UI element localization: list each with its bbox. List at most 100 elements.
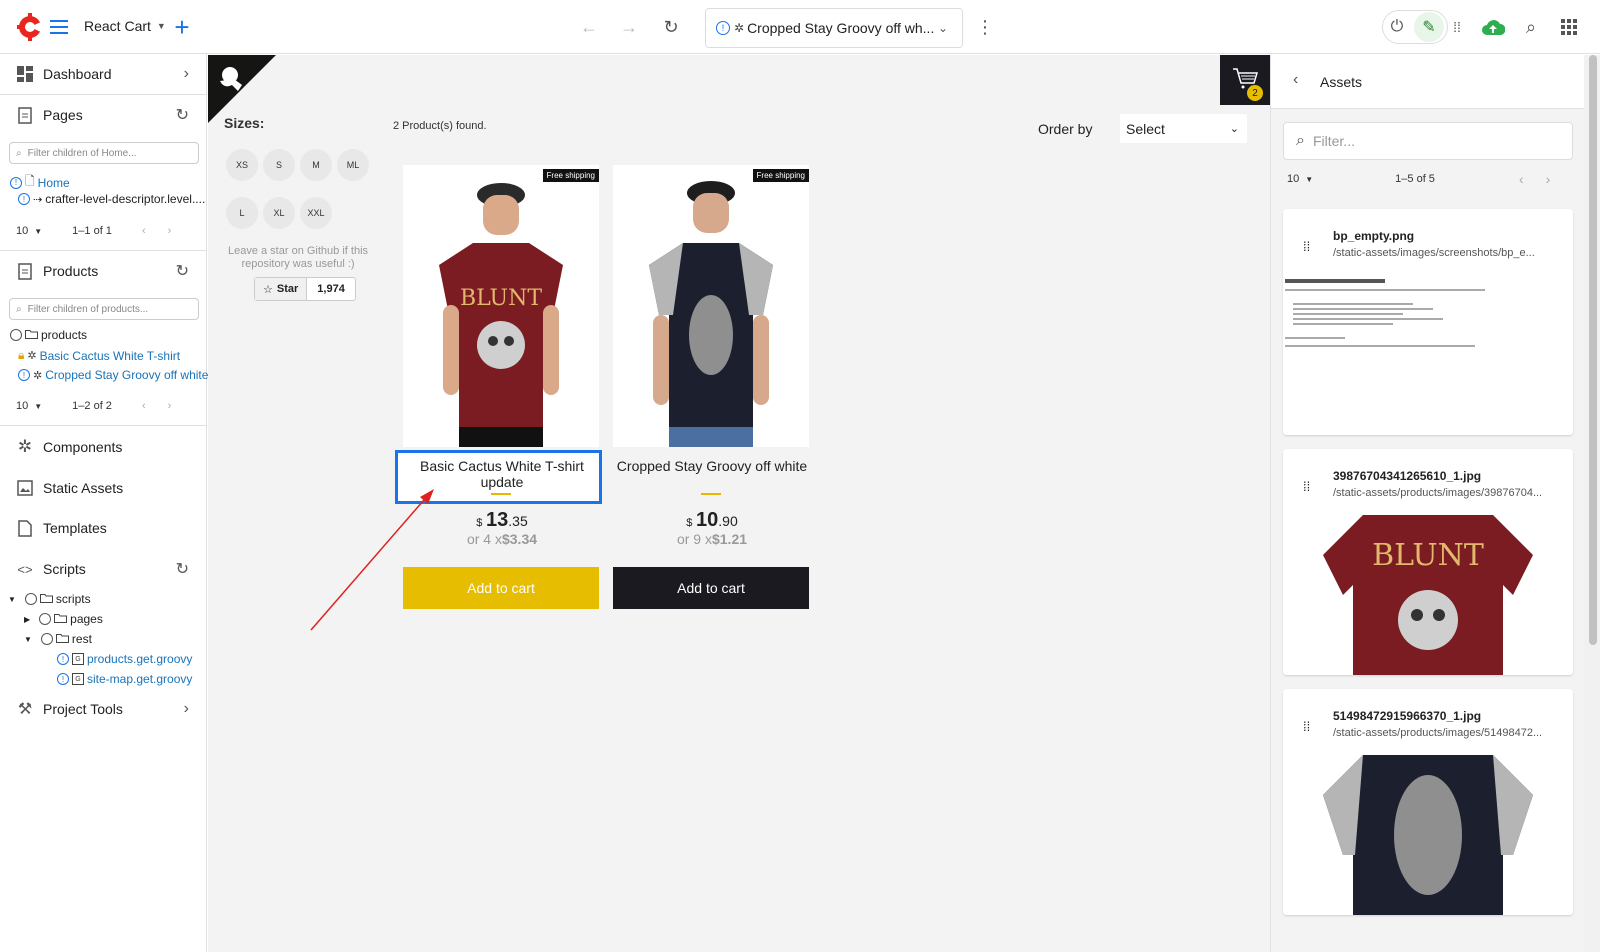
installment-prefix: or 4 x	[466, 531, 502, 547]
back-chevron-icon[interactable]: ‹	[1293, 71, 1298, 89]
scrollbar[interactable]	[1584, 55, 1600, 952]
pencil-icon[interactable]: ✎	[1414, 12, 1444, 42]
refresh-icon[interactable]: ↻	[176, 261, 189, 281]
prev-page-icon[interactable]: ‹	[1519, 171, 1524, 187]
product-image[interactable]: BLUNT Free shipping	[403, 165, 599, 447]
currency: $	[476, 517, 483, 529]
chevron-right-icon: ›	[183, 700, 189, 717]
next-page-icon[interactable]: ›	[1546, 171, 1551, 187]
prev-page-icon[interactable]: ‹	[142, 225, 146, 237]
asset-path: /static-assets/images/screenshots/bp_e..…	[1333, 247, 1535, 259]
select-value: Select	[1126, 120, 1165, 137]
sidebar-item-templates[interactable]: Templates	[0, 508, 207, 548]
caret-right-icon[interactable]: ▶	[24, 615, 30, 624]
power-icon[interactable]: ⏻	[1386, 16, 1408, 38]
tree-item-home[interactable]: ! 🗋 Home	[10, 172, 70, 193]
assets-pager: 10 ▼ 1–5 of 5 ‹ ›	[1287, 171, 1550, 187]
sidebar-item-components[interactable]: ✲ Components	[0, 427, 207, 467]
size-chip-l[interactable]: L	[226, 197, 258, 229]
apps-grid-icon[interactable]	[1558, 16, 1580, 38]
sidebar: Dashboard › Pages ↻ ⌕ Filter children of…	[0, 54, 208, 952]
refresh-icon[interactable]: ↻	[660, 16, 682, 38]
refresh-icon[interactable]: ↻	[176, 105, 189, 125]
site-selector[interactable]: React Cart ▼	[84, 18, 166, 34]
image-icon	[16, 479, 34, 497]
size-chip-xxl[interactable]: XXL	[300, 197, 332, 229]
svg-text:BLUNT: BLUNT	[1372, 538, 1484, 573]
cloud-upload-icon[interactable]	[1480, 14, 1506, 40]
site-name: React Cart	[84, 18, 151, 34]
tree-item-pages-folder[interactable]: ▶ pages	[24, 612, 103, 626]
crafter-logo-icon[interactable]	[16, 12, 44, 42]
caret-down-icon[interactable]: ▼	[24, 635, 32, 644]
product-image[interactable]: Free shipping	[613, 165, 809, 447]
sidebar-item-products[interactable]: Products ↻	[0, 251, 207, 291]
svg-text:BLUNT: BLUNT	[460, 286, 542, 311]
products-filter-input[interactable]: ⌕ Filter children of products...	[9, 298, 199, 320]
tree-item-scripts-folder[interactable]: ▼ scripts	[8, 592, 91, 606]
assets-filter-input[interactable]: ⌕ Filter...	[1283, 122, 1573, 160]
drag-handle-icon[interactable]: ⁞⁞	[1303, 239, 1310, 254]
page-size-select[interactable]: 10	[16, 225, 28, 237]
next-page-icon[interactable]: ›	[168, 400, 172, 412]
installment-value: $3.34	[501, 531, 538, 547]
drag-handle-icon[interactable]: ⁞⁞	[1303, 479, 1310, 494]
size-chip-s[interactable]: S	[263, 149, 295, 181]
sidebar-item-project-tools[interactable]: ⚒ Project Tools ›	[0, 689, 207, 729]
products-found: 2 Product(s) found.	[393, 120, 487, 132]
back-arrow-icon[interactable]: ←	[578, 16, 600, 38]
tree-item-rest-folder[interactable]: ▼ rest	[24, 632, 92, 646]
asset-card[interactable]: ⁞⁞ 39876704341265610_1.jpg /static-asset…	[1283, 449, 1573, 675]
drag-grid-icon[interactable]: ⁞⁞	[1446, 16, 1468, 38]
tree-item-product-1[interactable]: 🔒︎ ✲ Basic Cactus White T-shirt	[18, 348, 180, 363]
search-icon: ⌕	[16, 303, 22, 315]
tree-item-products-folder[interactable]: products	[10, 328, 87, 342]
asset-card[interactable]: ⁞⁞ 51498472915966370_1.jpg /static-asset…	[1283, 689, 1573, 915]
size-chip-xs[interactable]: XS	[226, 149, 258, 181]
sidebar-item-dashboard[interactable]: Dashboard ›	[0, 54, 207, 94]
radio-icon	[40, 633, 53, 645]
size-chip-xl[interactable]: XL	[263, 197, 295, 229]
search-icon[interactable]: ⌕	[1520, 16, 1542, 38]
refresh-icon[interactable]: ↻	[176, 559, 189, 579]
scrollbar-thumb[interactable]	[1589, 55, 1597, 645]
forward-arrow-icon[interactable]: →	[618, 16, 640, 38]
tree-item-script-1[interactable]: ! G products.get.groovy	[57, 652, 192, 666]
tree-item-product-2[interactable]: ! ✲ Cropped Stay Groovy off white	[18, 368, 208, 382]
price-decimal: .90	[718, 513, 738, 529]
chevron-down-icon[interactable]: ⌄	[938, 21, 948, 35]
size-chip-ml[interactable]: ML	[337, 149, 369, 181]
prev-page-icon[interactable]: ‹	[142, 400, 146, 412]
product-title[interactable]: Cropped Stay Groovy off white	[613, 458, 811, 474]
sidebar-item-pages[interactable]: Pages ↻	[0, 95, 207, 135]
asset-name: 51498472915966370_1.jpg	[1333, 709, 1482, 723]
add-icon[interactable]: +	[171, 12, 193, 42]
address-bar[interactable]: ! ✲ Cropped Stay Groovy off wh... ⌄	[705, 8, 963, 48]
cart-button[interactable]: 2	[1220, 55, 1270, 105]
next-page-icon[interactable]: ›	[168, 225, 172, 237]
star-button[interactable]: ☆ Star	[255, 278, 308, 300]
tree-item-script-2[interactable]: ! G site-map.get.groovy	[57, 672, 192, 686]
tree-item-crafter-level[interactable]: ! ⇢ crafter-level-descriptor.level....	[18, 192, 205, 206]
menu-icon[interactable]	[48, 16, 70, 38]
installments: or 9 x$1.21	[613, 531, 811, 547]
puzzle-icon: ✲	[17, 437, 33, 456]
currency: $	[686, 517, 693, 529]
assets-title: Assets	[1320, 74, 1363, 90]
order-by-select[interactable]: Select ⌄	[1120, 114, 1247, 143]
sidebar-item-static-assets[interactable]: Static Assets	[0, 468, 207, 508]
asset-card[interactable]: ⁞⁞ bp_empty.png /static-assets/images/sc…	[1283, 209, 1573, 435]
caret-down-icon: ▼	[1305, 174, 1314, 184]
github-star-widget[interactable]: ☆ Star 1,974	[254, 277, 356, 301]
product-card[interactable]: Free shipping Cropped Stay Groovy off wh…	[613, 165, 811, 625]
caret-down-icon[interactable]: ▼	[8, 595, 16, 604]
page-size-select[interactable]: 10	[1287, 173, 1299, 185]
add-to-cart-button[interactable]: Add to cart	[613, 567, 809, 609]
pages-filter-input[interactable]: ⌕ Filter children of Home...	[9, 142, 199, 164]
page-size-select[interactable]: 10	[16, 400, 28, 412]
level-descriptor-icon: ⇢	[33, 193, 43, 206]
drag-handle-icon[interactable]: ⁞⁞	[1303, 719, 1310, 734]
size-chip-m[interactable]: M	[300, 149, 332, 181]
sidebar-item-scripts[interactable]: <> Scripts ↻	[0, 549, 207, 589]
more-vert-icon[interactable]: ⋮	[974, 16, 996, 38]
